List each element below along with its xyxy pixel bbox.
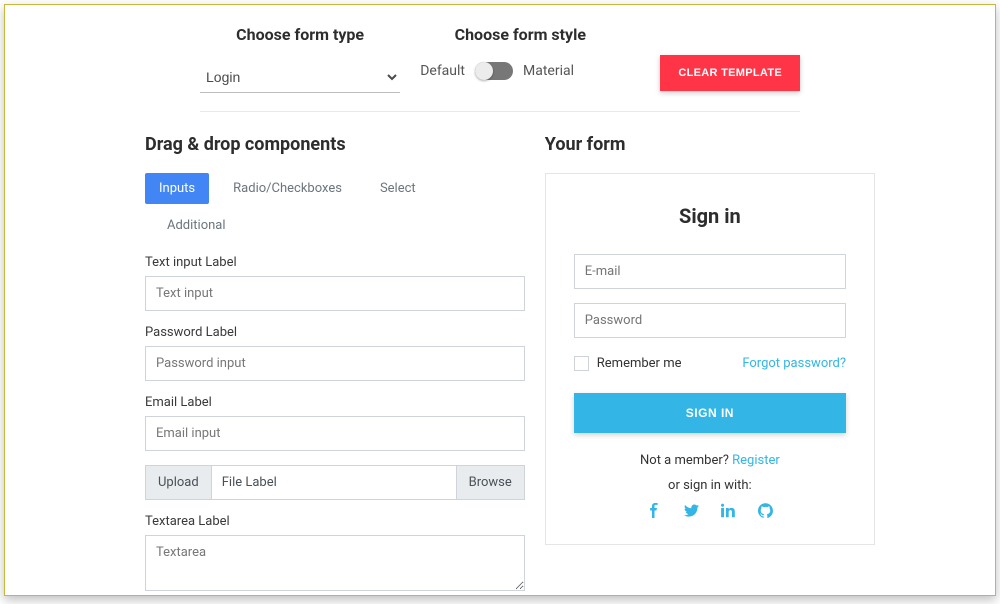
upload-addon[interactable]: Upload	[146, 466, 212, 499]
email-input-field[interactable]	[145, 416, 525, 451]
form-preview-panel: Your form Sign in Remember me Forgot pas…	[545, 134, 875, 596]
component-tabs: Inputs Radio/Checkboxes Select	[145, 173, 525, 204]
forgot-password-link[interactable]: Forgot password?	[742, 356, 846, 371]
not-member-text: Not a member?	[640, 453, 732, 468]
signin-button[interactable]: SIGN IN	[574, 393, 846, 433]
email-input-label: Email Label	[145, 395, 525, 410]
form-style-column: Choose form style Default Material	[420, 25, 620, 80]
textarea-label: Textarea Label	[145, 514, 525, 529]
remember-checkbox[interactable]	[574, 356, 589, 371]
register-link[interactable]: Register	[732, 453, 780, 468]
tab-select[interactable]: Select	[366, 173, 430, 204]
alt-signin-text: or sign in with:	[574, 478, 846, 493]
register-prompt: Not a member? Register	[574, 453, 846, 468]
email-field[interactable]	[574, 254, 846, 289]
facebook-icon[interactable]	[647, 503, 662, 518]
form-type-heading: Choose form type	[200, 25, 400, 44]
style-toggle-group: Default Material	[420, 62, 620, 80]
social-row	[574, 503, 846, 518]
clear-template-button[interactable]: CLEAR TEMPLATE	[660, 55, 800, 91]
browse-addon[interactable]: Browse	[456, 466, 524, 499]
linkedin-icon[interactable]	[721, 503, 736, 518]
components-title: Drag & drop components	[145, 134, 525, 155]
form-type-select[interactable]: Login	[200, 62, 400, 93]
password-input-field[interactable]	[145, 346, 525, 381]
password-input-label: Password Label	[145, 325, 525, 340]
textarea-component[interactable]: Textarea Label	[145, 514, 525, 595]
remember-label[interactable]: Remember me	[574, 356, 682, 371]
tab-radio-checkboxes[interactable]: Radio/Checkboxes	[219, 173, 356, 204]
file-input-component[interactable]: Upload File Label Browse	[145, 465, 525, 500]
email-input-component[interactable]: Email Label	[145, 395, 525, 451]
form-type-column: Choose form type Login	[200, 25, 400, 93]
file-input-group: Upload File Label Browse	[145, 465, 525, 500]
tab-inputs[interactable]: Inputs	[145, 173, 209, 204]
style-default-label: Default	[420, 63, 465, 79]
signin-card: Sign in Remember me Forgot password? SIG…	[545, 173, 875, 545]
twitter-icon[interactable]	[684, 503, 699, 518]
tab-additional[interactable]: Additional	[153, 210, 240, 241]
text-input-component[interactable]: Text input Label	[145, 255, 525, 311]
form-style-heading: Choose form style	[420, 25, 620, 44]
style-material-label: Material	[523, 63, 574, 79]
textarea-field[interactable]	[145, 535, 525, 591]
signin-heading: Sign in	[574, 204, 846, 228]
component-tabs-row2: Additional	[153, 210, 525, 241]
text-input-label: Text input Label	[145, 255, 525, 270]
password-input-component[interactable]: Password Label	[145, 325, 525, 381]
remember-row: Remember me Forgot password?	[574, 356, 846, 371]
form-preview-title: Your form	[545, 134, 875, 155]
top-bar: Choose form type Login Choose form style…	[200, 5, 800, 112]
github-icon[interactable]	[758, 503, 773, 518]
text-input-field[interactable]	[145, 276, 525, 311]
switch-knob	[475, 62, 493, 80]
remember-text: Remember me	[597, 356, 682, 371]
main-area: Drag & drop components Inputs Radio/Chec…	[5, 112, 995, 596]
file-label-text: File Label	[212, 466, 456, 499]
password-field[interactable]	[574, 303, 846, 338]
components-panel: Drag & drop components Inputs Radio/Chec…	[145, 134, 525, 596]
style-switch[interactable]	[475, 62, 513, 80]
